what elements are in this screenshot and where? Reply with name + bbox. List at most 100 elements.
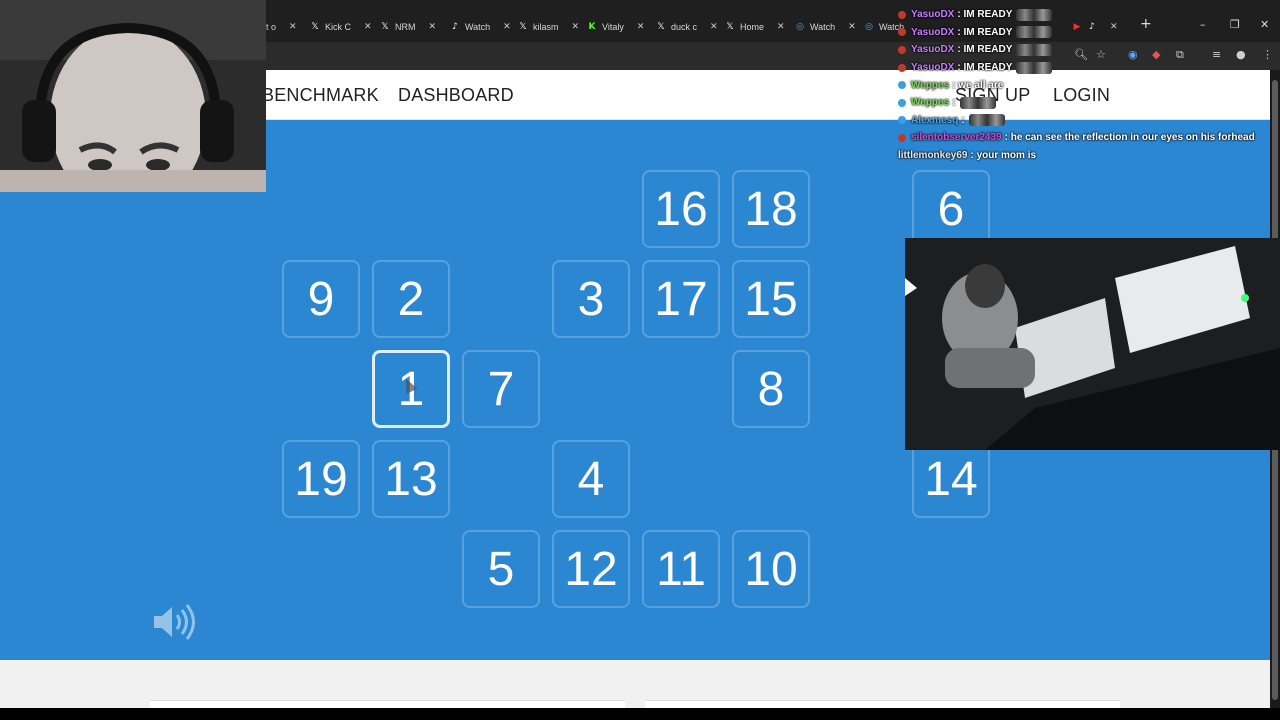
chat-username: YasuoDX <box>911 44 955 56</box>
number-tile[interactable]: 16 <box>642 170 720 248</box>
tile-number: 2 <box>397 272 425 326</box>
nav-benchmark-link[interactable]: BENCHMARK <box>262 85 379 106</box>
tab-close-icon[interactable]: ✕ <box>572 22 580 32</box>
tile-number: 18 <box>744 182 798 236</box>
chat-badge-icon <box>898 116 906 125</box>
tile-number: 7 <box>487 362 515 416</box>
number-tile[interactable]: 3 <box>552 260 630 338</box>
chat-message: YasuoDX : IM READY <box>898 6 1258 24</box>
tile-number: 13 <box>384 452 438 506</box>
speaker-icon[interactable] <box>150 602 200 642</box>
number-tile[interactable]: 18 <box>732 170 810 248</box>
emote-icon <box>1016 43 1053 56</box>
number-tile[interactable]: 11 <box>642 530 720 608</box>
x-logo-icon: 𝕏 <box>519 22 527 32</box>
browser-tab[interactable]: 𝕏 duck c ✕ <box>656 17 718 37</box>
stream-chat-overlay: YasuoDX : IM READY YasuoDX : IM READY Ya… <box>898 6 1258 164</box>
number-tile[interactable]: 14 <box>912 440 990 518</box>
emote-icon <box>959 96 996 109</box>
number-tile[interactable]: 19 <box>282 440 360 518</box>
chat-message: Weppes : <box>898 94 1258 112</box>
x-logo-icon: 𝕏 <box>726 22 734 32</box>
number-tile[interactable]: 13 <box>372 440 450 518</box>
number-tile[interactable]: 2 <box>372 260 450 338</box>
close-window-button[interactable]: ✕ <box>1260 18 1269 31</box>
chat-text: : IM READY <box>957 9 1013 21</box>
number-tile[interactable]: 8 <box>732 350 810 428</box>
chat-username: Weppes <box>911 79 950 91</box>
number-tile[interactable]: 17 <box>642 260 720 338</box>
chat-text: : we all are <box>952 79 1004 91</box>
tab-close-icon[interactable]: ✕ <box>364 22 372 32</box>
chat-message: Alexmesq : <box>898 112 1258 130</box>
chat-text: : <box>952 97 956 109</box>
tile-number: 8 <box>757 362 785 416</box>
browser-tab[interactable]: 𝕏 Home ✕ <box>725 17 785 37</box>
tab-label: Kick C <box>325 22 352 32</box>
emote-icon <box>1016 8 1053 21</box>
tile-number: 4 <box>577 452 605 506</box>
number-tile[interactable]: 4 <box>552 440 630 518</box>
screen-bottom-edge <box>0 708 1280 720</box>
number-tile[interactable]: 6 <box>912 170 990 248</box>
chat-message: silentobserver2439 : he can see the refl… <box>898 129 1258 147</box>
nav-dashboard-link[interactable]: DASHBOARD <box>398 85 514 106</box>
number-tile[interactable]: 9 <box>282 260 360 338</box>
chat-username: YasuoDX <box>911 26 955 38</box>
number-tile[interactable]: 7 <box>462 350 540 428</box>
chat-badge-icon <box>898 98 906 107</box>
chat-message: littlemonkey69 : your mom is <box>898 147 1258 165</box>
browser-tab[interactable]: ♪ Watch ✕ <box>450 17 511 37</box>
tile-number: 5 <box>487 542 515 596</box>
chat-username: Alexmesq <box>911 114 959 126</box>
number-tile[interactable]: 15 <box>732 260 810 338</box>
browser-tab[interactable]: K Vitaly ✕ <box>587 17 645 37</box>
chat-message: YasuoDX : IM READY <box>898 24 1258 42</box>
chat-badge-icon <box>898 45 906 54</box>
x-logo-icon: 𝕏 <box>657 22 665 32</box>
tab-label: Watch <box>810 22 836 32</box>
footer-card <box>645 700 1120 708</box>
chat-text: : IM READY <box>957 26 1013 38</box>
webcam-desk-image <box>905 238 1280 450</box>
chat-text: : your mom is <box>970 150 1037 162</box>
browser-tab[interactable]: 𝕏 Kick C ✕ <box>310 17 372 37</box>
globe-icon: ◎ <box>796 22 804 32</box>
tile-number: 12 <box>564 542 618 596</box>
tab-close-icon[interactable]: ✕ <box>289 22 297 32</box>
chat-text: : IM READY <box>957 62 1013 74</box>
tab-close-icon[interactable]: ✕ <box>710 22 718 32</box>
chat-badge-icon <box>898 63 906 72</box>
tile-number: 6 <box>937 182 965 236</box>
number-tile[interactable]: 10 <box>732 530 810 608</box>
tab-close-icon[interactable]: ✕ <box>503 22 511 32</box>
tab-close-icon[interactable]: ✕ <box>848 22 856 32</box>
tile-number: 14 <box>924 452 978 506</box>
tab-label: NRM <box>395 22 416 32</box>
tab-label: Vitaly <box>602 22 624 32</box>
emote-icon <box>968 114 1005 127</box>
tab-label: Watch <box>465 22 491 32</box>
chat-message: Weppes : we all are <box>898 76 1258 94</box>
tab-label: duck c <box>671 22 698 32</box>
browser-tab[interactable]: 𝕏 NRM ✕ <box>380 17 436 37</box>
tab-close-icon[interactable]: ✕ <box>429 22 437 32</box>
browser-menu-icon[interactable]: ⋮ <box>1262 48 1273 61</box>
chat-text: : he can see the reflection in our eyes … <box>1004 132 1255 144</box>
tab-close-icon[interactable]: ✕ <box>777 22 785 32</box>
number-tile[interactable]: 12 <box>552 530 630 608</box>
browser-tab[interactable]: ◎ Watch ✕ <box>795 17 856 37</box>
chat-badge-icon <box>898 133 906 142</box>
tile-number: 3 <box>577 272 605 326</box>
tab-close-icon[interactable]: ✕ <box>637 22 645 32</box>
chat-text: : IM READY <box>957 44 1013 56</box>
tab-label: t o <box>266 22 277 32</box>
tab-label: kilasm <box>533 22 559 32</box>
chat-badge-icon <box>898 28 906 37</box>
globe-icon: ◎ <box>865 22 873 32</box>
tile-number: 10 <box>744 542 798 596</box>
tiktok-icon: ♪ <box>452 22 458 32</box>
number-tile[interactable]: 5 <box>462 530 540 608</box>
browser-tab[interactable]: 𝕏 kilasm ✕ <box>518 17 579 37</box>
browser-tab-partial[interactable]: t o ✕ <box>266 17 297 37</box>
